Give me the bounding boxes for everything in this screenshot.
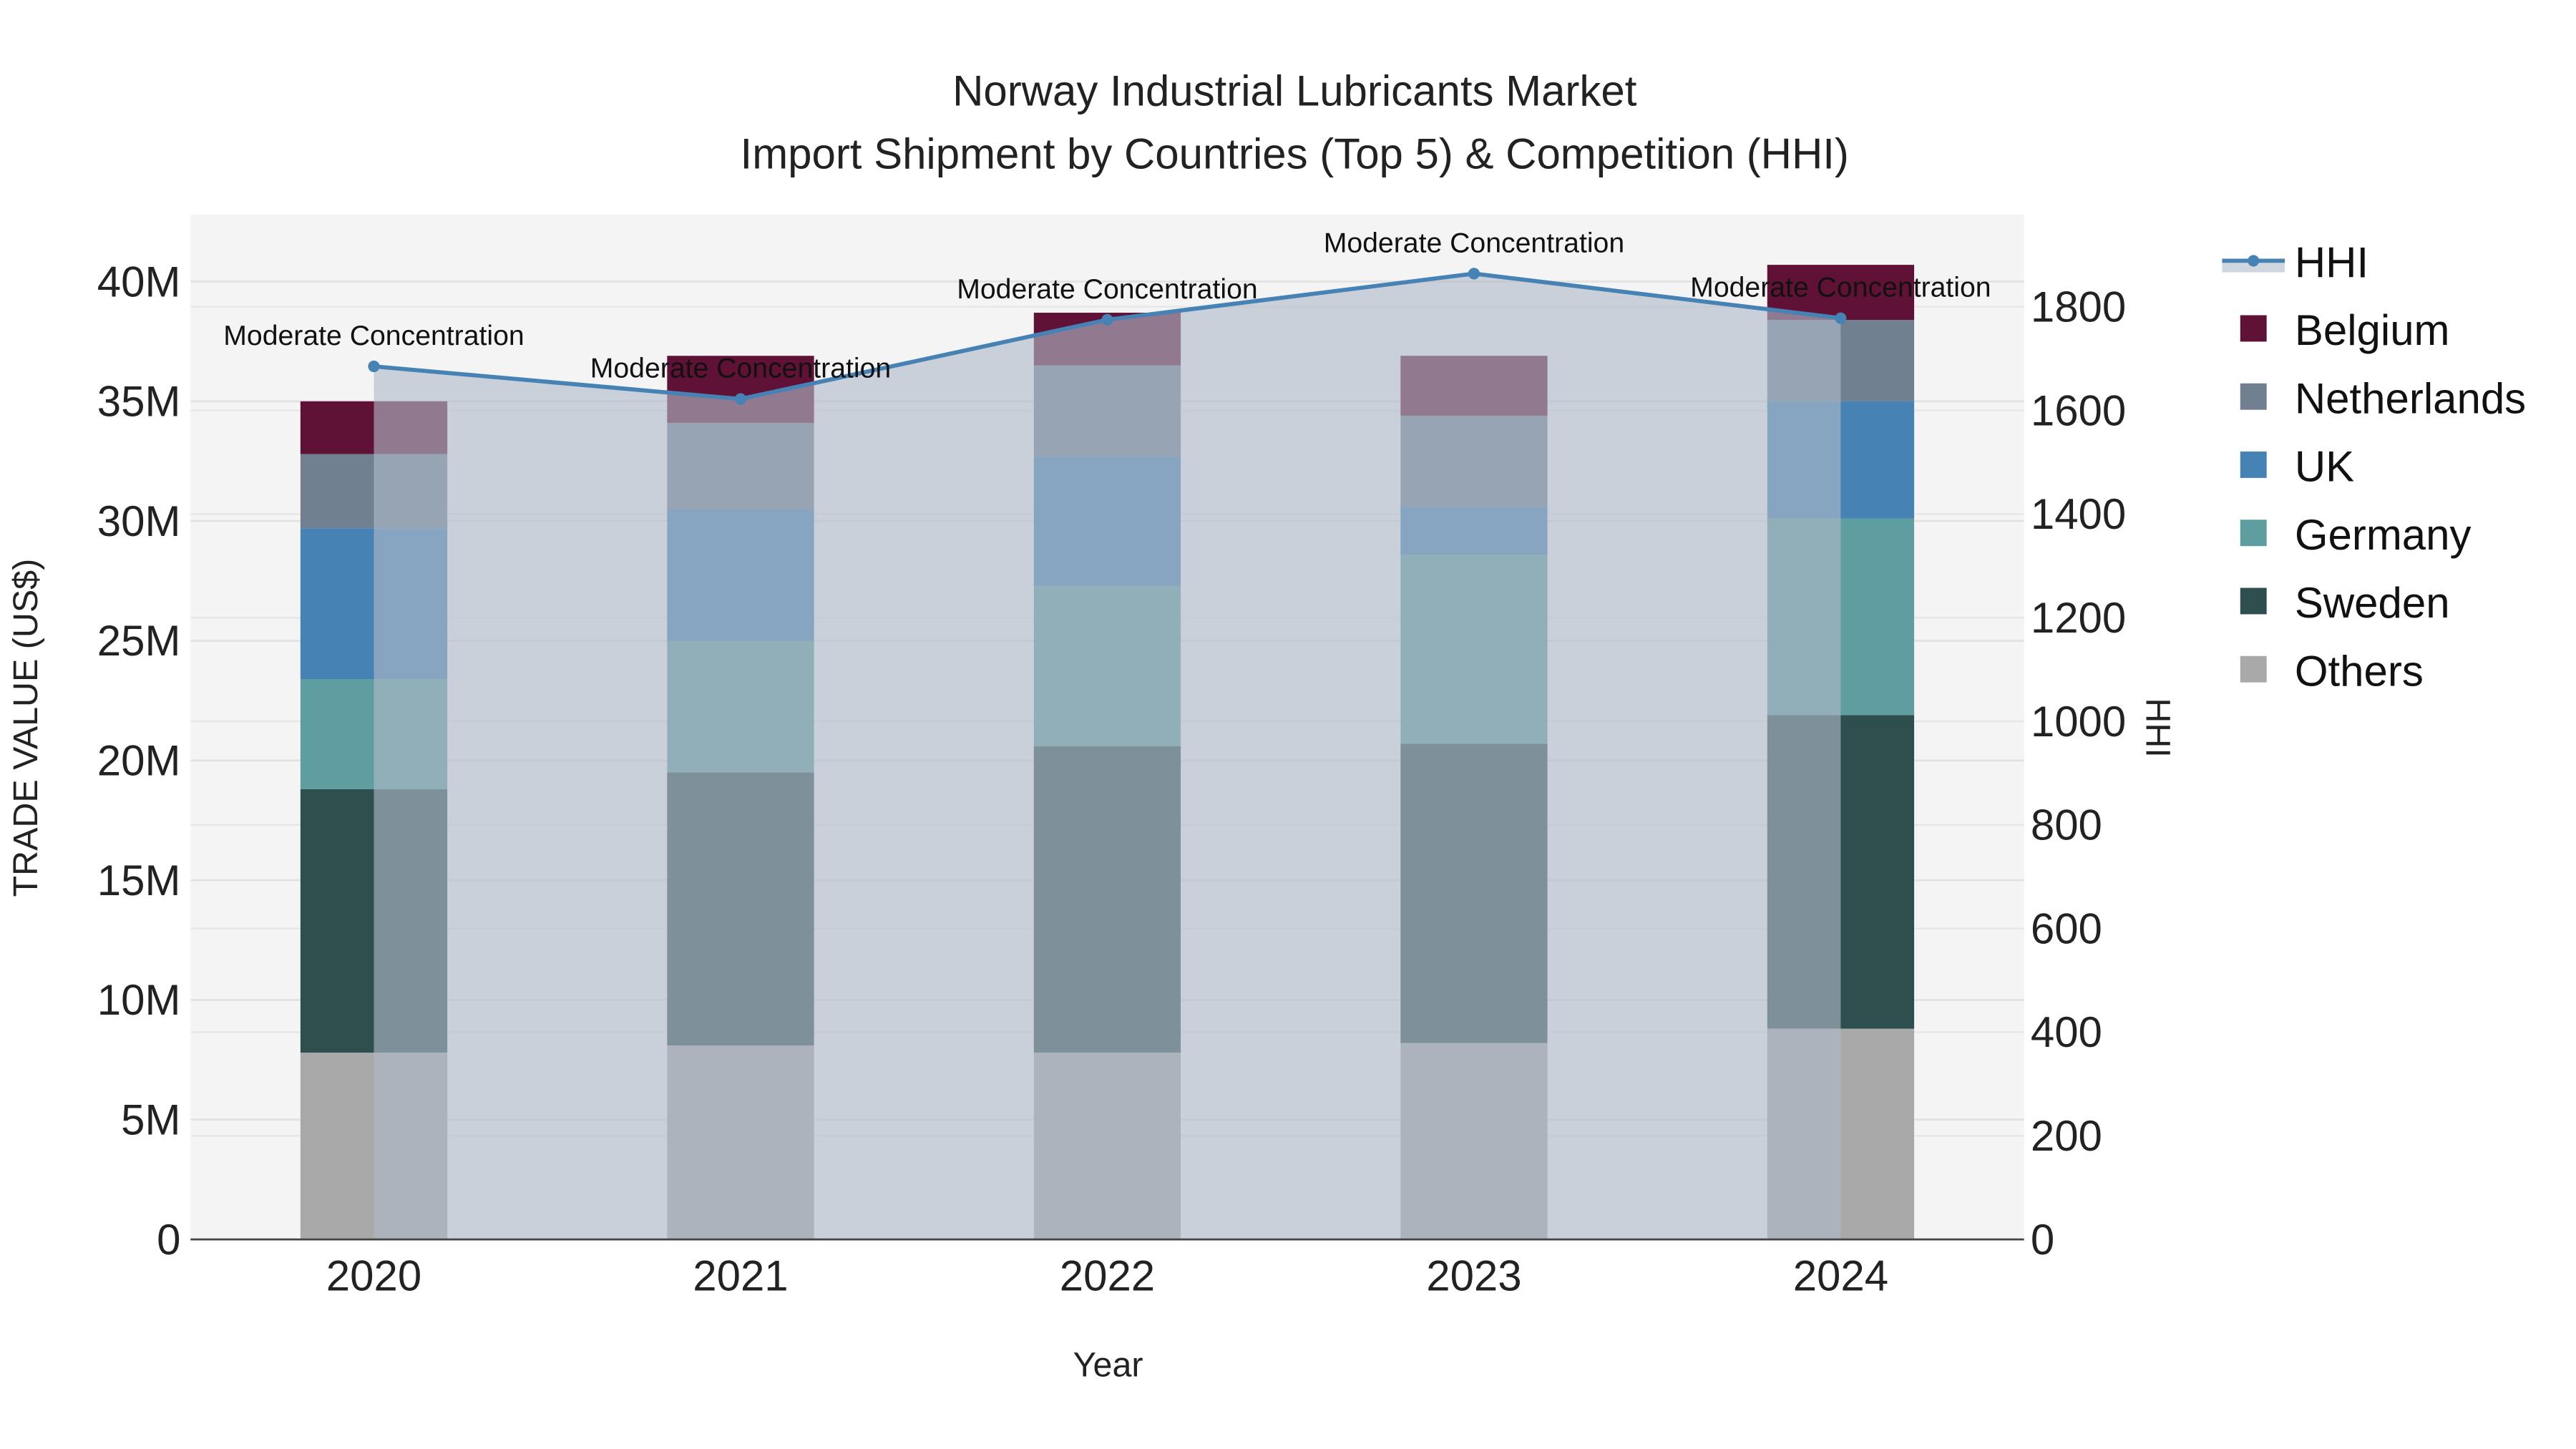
x-tick-label: 2022 (1060, 1252, 1155, 1300)
y-tick-label: 40M (97, 258, 181, 306)
legend-swatch (2240, 587, 2267, 615)
legend-label: UK (2295, 443, 2354, 491)
chart: Moderate Concentration Moderate Concentra… (6, 67, 2526, 1385)
legend-label: Others (2295, 647, 2424, 695)
y-tick-label: 20M (97, 737, 181, 785)
y2-tick-label: 1200 (2031, 594, 2126, 642)
y2-tick-label: 200 (2031, 1112, 2102, 1160)
x-axis-label: Year (1073, 1346, 1143, 1385)
legend-label: Belgium (2295, 306, 2450, 354)
hhi-point (368, 360, 380, 373)
legend-item-sweden: Sweden (2240, 579, 2450, 627)
y-tick-label: 15M (97, 857, 181, 904)
y2-tick-label: 1600 (2031, 386, 2126, 434)
y-tick-label: 30M (97, 497, 181, 545)
y-tick-label: 10M (97, 976, 181, 1024)
x-tick-label: 2020 (326, 1252, 421, 1300)
legend-item-others: Others (2240, 647, 2424, 695)
y-axis-label: TRADE VALUE (US$) (6, 559, 45, 897)
hhi-point (1101, 313, 1113, 326)
y-tick-label: 0 (157, 1216, 180, 1264)
legend-swatch (2240, 383, 2267, 410)
hhi-point (734, 393, 747, 405)
legend-hhi-marker (2248, 255, 2260, 267)
y2-tick-label: 1400 (2031, 490, 2126, 538)
hhi-annotation: Moderate Concentration (223, 321, 524, 351)
legend-item-germany: Germany (2240, 511, 2472, 559)
legend-item-hhi: HHI (2222, 238, 2368, 286)
legend-label: HHI (2295, 238, 2368, 286)
legend-label: Germany (2295, 511, 2472, 559)
x-tick-label: 2024 (1793, 1252, 1888, 1300)
hhi-point (1835, 312, 1847, 324)
y2-tick-label: 1000 (2031, 698, 2126, 746)
legend-label: Netherlands (2295, 374, 2526, 422)
legend-item-uk: UK (2240, 443, 2354, 491)
legend-swatch (2240, 452, 2267, 478)
hhi-annotation: Moderate Concentration (1324, 228, 1624, 258)
legend-item-belgium: Belgium (2240, 306, 2450, 354)
y-tick-label: 35M (97, 378, 181, 426)
y2-tick-label: 400 (2031, 1008, 2102, 1056)
y2-tick-label: 0 (2031, 1216, 2054, 1264)
y-tick-label: 25M (97, 617, 181, 665)
chart-title: Norway Industrial Lubricants Market (952, 67, 1637, 115)
y2-axis-label: HHI (2138, 698, 2177, 757)
legend-swatch (2240, 655, 2267, 683)
hhi-area (374, 273, 1841, 1240)
legend-label: Sweden (2295, 579, 2450, 627)
legend-item-netherlands: Netherlands (2240, 374, 2526, 422)
y2-tick-label: 600 (2031, 904, 2102, 952)
x-tick-label: 2023 (1426, 1252, 1521, 1300)
legend-swatch (2240, 315, 2267, 342)
x-tick-label: 2021 (693, 1252, 788, 1300)
y-tick-label: 5M (121, 1096, 180, 1144)
hhi-annotation: Moderate Concentration (1690, 273, 1991, 303)
hhi-annotation: Moderate Concentration (957, 274, 1257, 305)
legend: HHI Belgium Netherlands UK Germany Sweden Othe… (2222, 238, 2526, 695)
hhi-annotation: Moderate Concentration (590, 353, 891, 384)
hhi-point (1468, 268, 1480, 280)
y2-tick-label: 800 (2031, 801, 2102, 849)
legend-swatch (2240, 519, 2267, 547)
y2-tick-label: 1800 (2031, 283, 2126, 331)
chart-subtitle: Import Shipment by Countries (Top 5) & C… (741, 130, 1849, 177)
